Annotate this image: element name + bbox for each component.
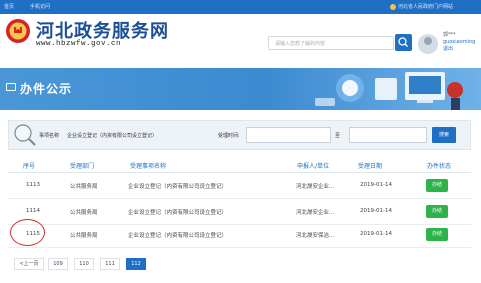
user-info: 郭*** guoxiaoming 退出 [443,32,475,53]
col-header-name: 受理事项名称 [130,163,167,170]
table-row[interactable]: 1113 公共服务局 企业设立登记（内资有限公司设立登记） 河北晟安企业... … [8,173,471,199]
status-badge[interactable]: 办结 [426,205,448,218]
mobile-access-link[interactable]: 手机访问 [30,3,50,11]
cell-name: 企业设立登记（内资有限公司设立登记） [128,210,228,216]
col-header-applicant: 申报人/单位 [297,163,330,170]
cell-name: 企业设立登记（内资有限公司设立登记） [128,233,228,239]
cell-seq: 1113 [26,182,40,188]
monitor-icon [6,83,16,91]
site-header: 河北政务服务网 www.hbzwfw.gov.cn 请输入您想了解的内容 郭**… [0,14,481,62]
highlight-circle [10,219,45,246]
banner-illustration-icon [315,72,463,110]
date-to-label: 至 [335,133,341,139]
magnifier-icon [14,124,36,146]
page-banner: 办件公示 [0,68,481,110]
cell-dept: 公共服务局 [70,184,98,190]
date-end-input[interactable] [349,127,427,143]
cell-name: 企业设立登记（内资有限公司设立登记） [128,184,228,190]
table-row[interactable]: 1115 公共服务局 企业设立登记（内资有限公司设立登记） 河北晟安保洁... … [8,222,471,248]
cell-dept: 公共服务局 [70,233,98,239]
col-header-seq: 序号 [23,163,36,170]
prev-page-button[interactable]: <上一页 [14,258,44,270]
date-start-input[interactable] [246,127,331,143]
page-button[interactable]: 109 [48,258,68,270]
filter-bar: 事项名称 企业设立登记（内资有限公司设立登记） 受理时间: 至 搜索 [8,120,471,150]
page-button[interactable]: 111 [100,258,120,270]
emblem-small-icon [390,4,396,10]
status-badge[interactable]: 办结 [426,228,448,241]
cell-dept: 公共服务局 [70,210,98,216]
logout-link[interactable]: 退出 [443,46,475,53]
home-link[interactable]: 首页 [4,3,14,11]
search-icon [398,37,408,47]
col-header-dept: 受理部门 [70,163,95,170]
col-header-status: 办件状态 [427,163,452,170]
cell-date: 2019-01-14 [360,208,392,214]
top-bar: 首页 手机访问 河北省人民政府门户网站 [0,0,481,14]
cell-applicant: 河北晟安企业... [296,184,335,190]
portal-label: 河北省人民政府门户网站 [398,4,454,10]
search-button[interactable] [395,34,412,51]
page-button[interactable]: 110 [74,258,94,270]
page-button-active[interactable]: 112 [126,258,146,270]
item-value[interactable]: 企业设立登记（内资有限公司设立登记） [67,132,157,139]
status-badge[interactable]: 办结 [426,179,448,192]
portal-link[interactable]: 河北省人民政府门户网站 [390,3,453,11]
cell-date: 2019-01-14 [360,231,392,237]
date-label: 受理时间: [218,133,240,139]
user-name: 郭*** [443,32,456,38]
cell-applicant: 河北晟安企业... [296,210,335,216]
cell-date: 2019-01-14 [360,182,392,188]
cell-applicant: 河北晟安保洁... [296,233,335,239]
search-submit-button[interactable]: 搜索 [432,127,456,143]
user-account[interactable]: guoxiaoming [443,39,475,46]
search-input[interactable]: 请输入您想了解的内容 [268,36,394,50]
item-label: 事项名称 [39,133,60,139]
site-url: www.hbzwfw.gov.cn [36,40,122,48]
col-header-date: 受理日期 [358,163,383,170]
cell-seq: 1114 [26,208,40,214]
page-title: 办件公示 [20,82,73,96]
national-emblem-icon [6,19,30,43]
avatar[interactable] [418,34,438,54]
